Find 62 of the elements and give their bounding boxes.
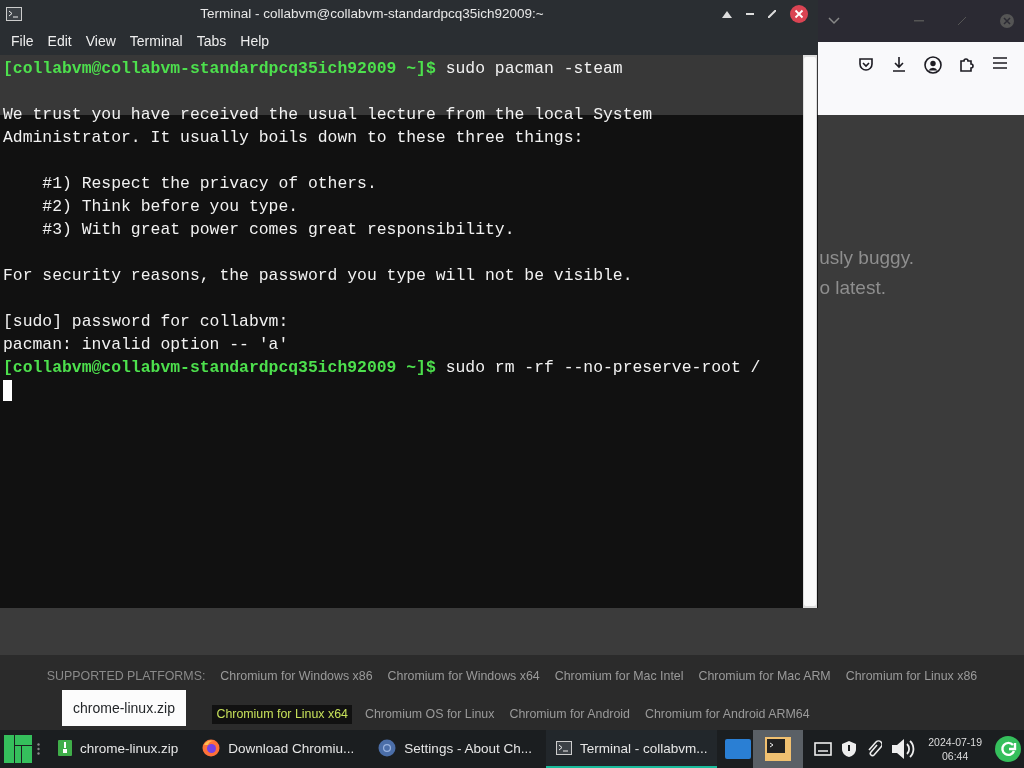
platform-link[interactable]: Chromium for Windows x86 xyxy=(218,668,375,685)
clock[interactable]: 2024-07-19 06:44 xyxy=(924,735,986,763)
extensions-icon[interactable] xyxy=(959,56,975,72)
text-cursor xyxy=(3,380,12,401)
window-icon[interactable] xyxy=(725,739,752,759)
archive-icon xyxy=(58,740,72,756)
output-line: pacman: invalid option -- 'a' xyxy=(3,335,289,354)
download-icon[interactable] xyxy=(891,56,907,72)
notice-text: o latest. xyxy=(819,277,886,299)
platform-link[interactable]: Chromium for Linux x64 xyxy=(212,705,352,724)
tooltip: chrome-linux.zip xyxy=(62,690,186,726)
drag-handle-icon xyxy=(37,743,40,755)
output-line: For security reasons, the password you type will not be visible. xyxy=(3,266,633,285)
output-line: #1) Respect the privacy of others. xyxy=(41,174,377,193)
desktop-pager[interactable] xyxy=(753,730,804,768)
scrollbar[interactable] xyxy=(803,55,817,608)
platform-link[interactable]: Chromium for Mac Intel xyxy=(552,668,686,685)
menu-item[interactable]: Help xyxy=(233,33,277,49)
keep-above-icon[interactable] xyxy=(722,9,732,18)
menu-item[interactable]: Terminal xyxy=(122,33,190,49)
menu-item[interactable]: Tabs xyxy=(189,33,234,49)
window-title: Terminal - collabvm@collabvm-standardpcq35ich92009:~ xyxy=(199,6,545,21)
platform-link[interactable]: Chromium for Android xyxy=(507,706,632,724)
terminal-icon xyxy=(6,6,22,21)
terminal-thumbnail-icon xyxy=(765,737,792,761)
update-icon[interactable] xyxy=(995,736,1021,762)
platform-link[interactable]: Chromium for Android ARM64 xyxy=(642,706,812,724)
shell-prompt: [collabvm@collabvm-standardpcq35ich92009 ~]$ xyxy=(3,59,436,78)
menu-item[interactable]: File xyxy=(4,33,41,49)
taskbar-task[interactable]: Terminal - collabvm... xyxy=(545,730,718,768)
paperclip-icon[interactable] xyxy=(866,740,883,758)
output-line: We trust you have received the usual lecture from the local System xyxy=(3,105,653,124)
command-text: sudo pacman -steam xyxy=(445,59,623,78)
shield-icon[interactable] xyxy=(841,740,858,758)
output-line: #2) Think before you type. xyxy=(41,197,299,216)
account-icon[interactable] xyxy=(924,56,942,74)
close-icon[interactable] xyxy=(790,4,808,23)
output-line: #3) With great power comes great responsibility. xyxy=(41,220,515,239)
menu-icon[interactable] xyxy=(992,56,1008,70)
notice-text: usly buggy. xyxy=(819,247,914,269)
shell-prompt: [collabvm@collabvm-standardpcq35ich92009 ~]$ xyxy=(3,358,436,377)
volume-icon[interactable] xyxy=(891,738,916,760)
pocket-icon[interactable] xyxy=(858,56,874,72)
taskbar-task[interactable]: Download Chromiu... xyxy=(192,730,365,768)
platform-link[interactable]: Chromium OS for Linux xyxy=(362,706,497,724)
taskbar-task[interactable]: chrome-linux.zip xyxy=(48,730,189,768)
taskbar-task[interactable]: Settings - About Ch... xyxy=(368,730,542,768)
manjaro-logo-icon[interactable] xyxy=(4,735,32,763)
chromium-icon xyxy=(378,739,397,757)
platform-link[interactable]: Chromium for Windows x64 xyxy=(385,668,542,685)
platform-link[interactable]: Chromium for Linux x86 xyxy=(843,668,980,685)
output-line: Administrator. It usually boils down to these three things: xyxy=(3,128,584,147)
platforms-label: SUPPORTED PLATFORMS: xyxy=(45,668,207,685)
terminal-icon xyxy=(555,741,572,755)
firefox-icon xyxy=(202,739,221,757)
output-line: [sudo] password for collabvm: xyxy=(3,312,289,331)
platform-link[interactable]: Chromium for Mac ARM xyxy=(696,668,833,685)
chevron-down-icon[interactable] xyxy=(828,17,840,25)
command-text: sudo rm -rf --no-preserve-root / xyxy=(445,358,761,377)
menu-item[interactable]: View xyxy=(78,33,123,49)
menu-item[interactable]: Edit xyxy=(40,33,79,49)
keyboard-icon[interactable] xyxy=(814,742,833,756)
